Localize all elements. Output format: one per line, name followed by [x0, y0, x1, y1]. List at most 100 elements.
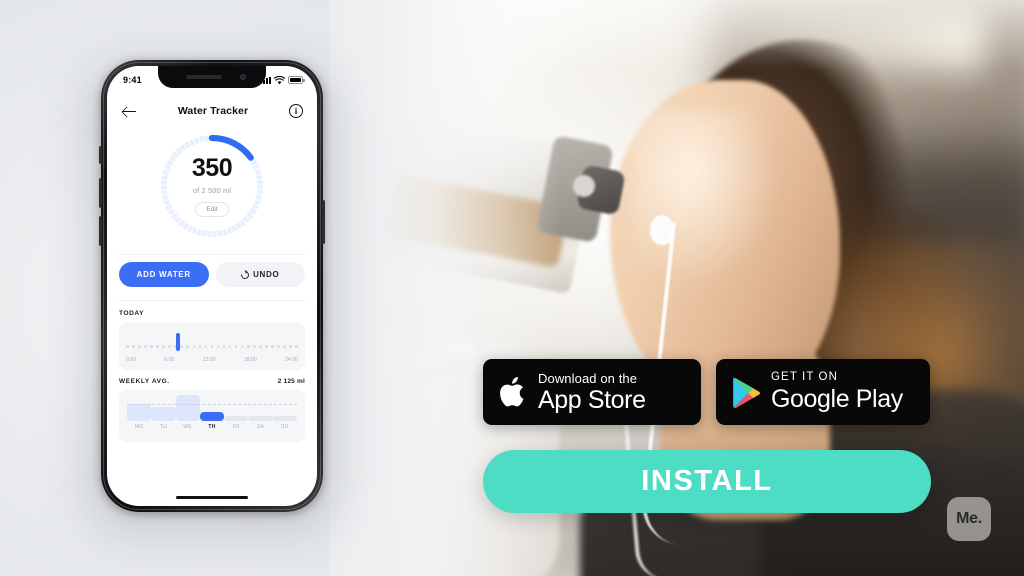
weekly-chart-label: TH: [208, 424, 216, 430]
weekly-chart-label: TU: [159, 424, 168, 430]
weekly-chart-bar: [175, 394, 200, 421]
weekly-chart-bar: [272, 415, 297, 421]
today-chart-dot: [144, 345, 147, 348]
weekly-chart-column: WE: [175, 394, 200, 430]
phone-screen: 9:41 Water Tracker i 350 of 2 500 ml Edi…: [107, 66, 317, 506]
today-chart-dot: [271, 345, 274, 348]
today-chart-dot: [192, 345, 196, 348]
weekly-chart-label: FR: [232, 424, 240, 430]
status-bar-time: 9:41: [123, 75, 142, 85]
page-title: Water Tracker: [177, 105, 249, 117]
weekly-chart-column: SA: [248, 415, 273, 430]
home-indicator[interactable]: [176, 495, 248, 499]
weekly-chart-label: SU: [281, 424, 289, 430]
today-chart-axis: 0:00 6:00 12:00 18:00 24:00: [126, 357, 298, 363]
app-store-badge[interactable]: Download on the App Store: [483, 359, 701, 425]
weekly-chart-column: MO: [127, 403, 152, 430]
weekly-chart-bar: [151, 406, 176, 421]
weekly-average-value: 2 125 ml: [277, 378, 305, 385]
weekly-chart-card[interactable]: MO TU WE TH FR SA SU: [119, 390, 305, 442]
today-chart-dot: [132, 345, 135, 348]
info-circle-icon[interactable]: [289, 104, 303, 118]
today-chart-dot: [168, 345, 171, 348]
weekly-chart-plot: MO TU WE TH FR SA SU: [127, 394, 297, 430]
weekly-chart-label: WE: [183, 424, 193, 430]
install-button-label: INSTALL: [641, 465, 773, 497]
phone-notch: [158, 66, 266, 88]
today-chart-dot: [198, 345, 202, 348]
today-chart-dot: [186, 345, 190, 348]
ring-center-content: 350 of 2 500 ml Edit: [158, 132, 266, 240]
brand-logo-label: Me.: [956, 510, 982, 527]
today-chart-dot: [162, 345, 165, 348]
edit-goal-button[interactable]: Edit: [195, 201, 229, 217]
phone-mockup: 9:41 Water Tracker i 350 of 2 500 ml Edi…: [85, 60, 339, 534]
wifi-icon: [274, 75, 285, 84]
today-section-header: TODAY: [119, 310, 305, 317]
add-water-button[interactable]: ADD WATER: [119, 262, 209, 287]
today-chart-dot: [295, 345, 298, 348]
app-store-badge-small: Download on the: [538, 370, 638, 386]
app-nav-bar: Water Tracker: [107, 94, 317, 128]
brand-logo[interactable]: Me.: [947, 497, 991, 541]
promo-banner: 9:41 Water Tracker i 350 of 2 500 ml Edi…: [0, 0, 1024, 576]
today-chart-card[interactable]: 0:00 6:00 12:00 18:00 24:00: [119, 322, 305, 370]
undo-button[interactable]: UNDO: [215, 262, 305, 287]
weekly-chart-column: FR: [224, 415, 249, 430]
today-axis-label: 18:00: [243, 357, 257, 363]
today-chart-dot: [150, 345, 153, 348]
today-chart-dot: [283, 345, 286, 348]
earpiece-speaker-icon: [186, 75, 222, 79]
google-play-badge-text: GET IT ON Google Play: [771, 372, 903, 412]
app-store-badge-big: App Store: [538, 385, 646, 414]
phone-power-button: [322, 200, 325, 244]
phone-volume-down-button: [99, 216, 102, 246]
today-axis-label: 6:00: [164, 357, 175, 363]
google-play-badge[interactable]: GET IT ON Google Play: [716, 359, 930, 425]
weekly-average-line: [127, 404, 297, 405]
apple-logo-icon: [500, 377, 524, 407]
today-chart-dots: [126, 345, 298, 348]
water-amount-value: 350: [191, 153, 233, 182]
today-chart-dot: [252, 345, 256, 348]
today-section: TODAY 0:00 6:00 12:00 18:00 24:00: [119, 310, 305, 370]
google-play-badge-small: GET IT ON: [771, 371, 838, 384]
weekly-section-header: WEEKLY AVG. 2 125 ml: [119, 378, 305, 385]
weekly-chart-column: SU: [272, 415, 297, 430]
today-chart-dot: [259, 345, 262, 348]
today-chart-plot: [126, 328, 298, 356]
google-play-logo-icon: [733, 377, 760, 408]
weekly-section: WEEKLY AVG. 2 125 ml MO TU WE TH FR SA SU: [119, 378, 305, 442]
today-chart-dot: [180, 345, 184, 348]
today-chart-dot: [210, 345, 214, 348]
today-chart-dot: [289, 345, 292, 348]
today-chart-bar: [176, 332, 181, 351]
photo-bottle-ring: [573, 175, 595, 197]
today-chart-dot: [138, 345, 141, 348]
today-chart-dot: [204, 345, 208, 348]
weekly-title: WEEKLY AVG.: [119, 378, 170, 385]
today-chart-dot: [234, 345, 238, 348]
phone-silence-switch: [99, 146, 102, 164]
today-chart-dot: [126, 345, 129, 348]
status-bar-icons: [260, 75, 305, 85]
phone-body: 9:41 Water Tracker i 350 of 2 500 ml Edi…: [99, 60, 325, 512]
water-goal-label: of 2 500 ml: [192, 185, 232, 195]
weekly-chart-bar: [127, 403, 152, 421]
today-axis-label: 24:00: [284, 357, 298, 363]
arrow-left-icon[interactable]: [121, 103, 137, 119]
weekly-chart-column: TU: [151, 406, 176, 430]
install-button[interactable]: INSTALL: [483, 450, 931, 513]
divider-bottom: [119, 300, 305, 301]
front-camera-icon: [240, 74, 246, 80]
today-chart-dot: [222, 345, 226, 348]
weekly-chart-bar: [224, 415, 249, 421]
water-progress-ring: 350 of 2 500 ml Edit: [158, 132, 266, 240]
today-chart-dot: [228, 345, 232, 348]
today-chart-dot: [240, 345, 244, 348]
today-chart-dot: [216, 345, 220, 348]
today-chart-dot: [246, 345, 250, 348]
add-water-label: ADD WATER: [136, 270, 191, 279]
weekly-chart-bar: [248, 415, 273, 421]
weekly-chart-label: SA: [256, 424, 265, 430]
